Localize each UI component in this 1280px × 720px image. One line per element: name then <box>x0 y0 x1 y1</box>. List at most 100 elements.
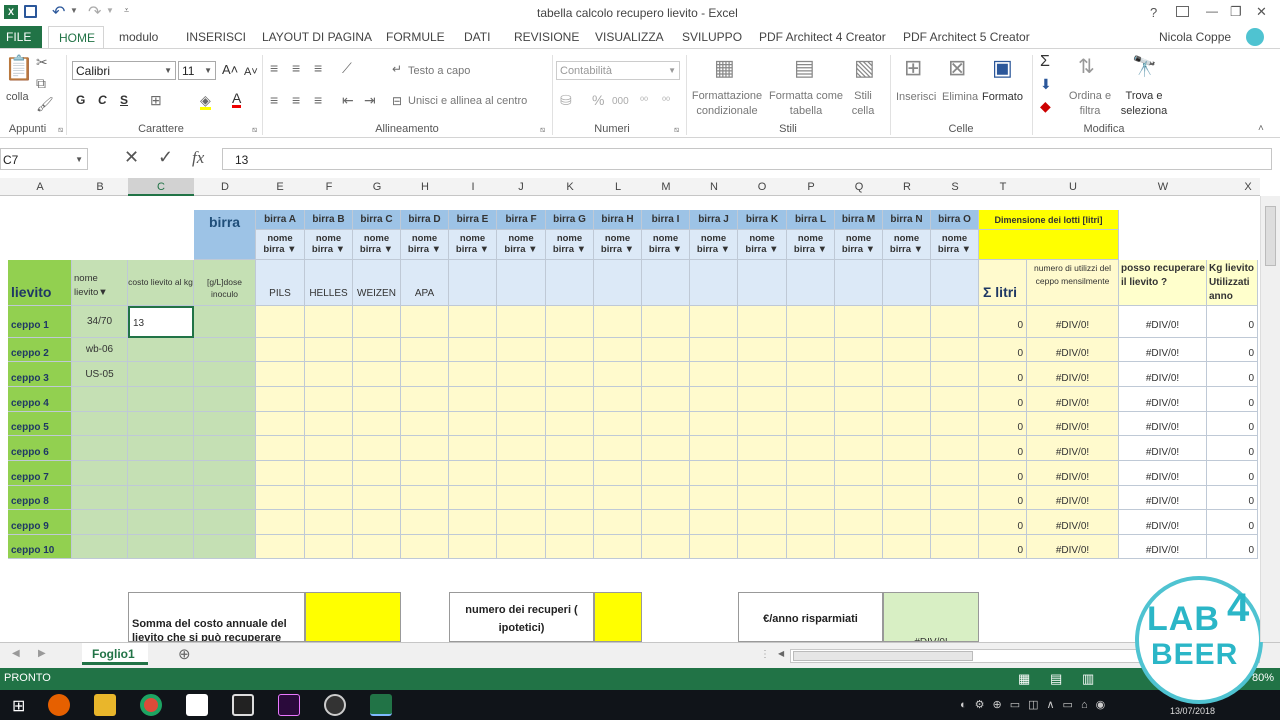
litri-cell[interactable] <box>401 338 449 362</box>
litri-cell[interactable] <box>931 510 979 535</box>
filter-dropdown-icon[interactable]: ▼ <box>574 244 586 255</box>
litri-cell[interactable] <box>401 362 449 387</box>
util-cell[interactable]: #DIV/0! <box>1027 436 1119 461</box>
sum-cell[interactable]: 0 <box>979 387 1027 412</box>
number-launcher-icon[interactable]: ⧅ <box>674 125 679 135</box>
find-select-icon[interactable]: 🔭 <box>1132 57 1157 77</box>
litri-cell[interactable] <box>738 387 787 412</box>
nome-birra-header[interactable]: nome birra ▼ <box>835 230 883 260</box>
litri-cell[interactable] <box>690 412 738 436</box>
insert-cells-button[interactable]: Inserisci <box>896 91 936 103</box>
litri-cell[interactable] <box>594 510 642 535</box>
litri-cell[interactable] <box>594 412 642 436</box>
recuperare-cell[interactable]: #DIV/0! <box>1119 306 1207 338</box>
add-sheet-button[interactable]: ⊕ <box>178 645 191 663</box>
dose-cell[interactable] <box>194 510 256 535</box>
litri-cell[interactable] <box>738 436 787 461</box>
align-center-icon[interactable]: ≡ <box>292 93 300 107</box>
sum-cell[interactable]: 0 <box>979 436 1027 461</box>
litri-cell[interactable] <box>256 461 305 486</box>
format-cells-button[interactable]: Formato <box>982 91 1023 103</box>
filter-dropdown-icon[interactable]: ▼ <box>333 244 345 255</box>
kg-cell[interactable]: 0 <box>1207 306 1258 338</box>
litri-cell[interactable] <box>738 362 787 387</box>
litri-cell[interactable] <box>642 338 690 362</box>
litri-cell[interactable] <box>835 486 883 510</box>
filter-dropdown-icon[interactable]: ▼ <box>285 244 296 255</box>
litri-cell[interactable] <box>738 535 787 559</box>
kg-cell[interactable]: 0 <box>1207 362 1258 387</box>
litri-cell[interactable] <box>690 535 738 559</box>
litri-cell[interactable] <box>835 362 883 387</box>
column-header-e[interactable]: E <box>266 178 294 196</box>
litri-cell[interactable] <box>594 436 642 461</box>
litri-cell[interactable] <box>642 306 690 338</box>
litri-cell[interactable] <box>497 387 546 412</box>
beer-name-cell[interactable]: HELLES <box>305 260 353 306</box>
beer-name-cell[interactable] <box>546 260 594 306</box>
litri-cell[interactable] <box>931 461 979 486</box>
litri-cell[interactable] <box>787 387 835 412</box>
util-cell[interactable]: #DIV/0! <box>1027 535 1119 559</box>
format-table-button[interactable]: Formatta come tabella <box>766 89 846 119</box>
find-select-button[interactable]: Trova e seleziona <box>1116 89 1172 119</box>
litri-cell[interactable] <box>594 306 642 338</box>
close-button[interactable]: ✕ <box>1256 4 1267 20</box>
kg-cell[interactable]: 0 <box>1207 486 1258 510</box>
cost-cell[interactable] <box>128 486 194 510</box>
active-cell[interactable]: 13 <box>128 306 194 338</box>
litri-cell[interactable] <box>305 535 353 559</box>
cost-cell[interactable] <box>128 338 194 362</box>
column-header-l[interactable]: L <box>604 178 632 196</box>
litri-cell[interactable] <box>546 535 594 559</box>
litri-cell[interactable] <box>594 461 642 486</box>
orientation-icon[interactable]: ⟋ <box>342 61 352 75</box>
litri-cell[interactable] <box>835 461 883 486</box>
spreadsheet-grid[interactable]: birra birra Anome birra ▼ PILS birra Bnome … <box>0 196 1258 642</box>
litri-cell[interactable] <box>305 486 353 510</box>
name-box[interactable]: C7 ▼ <box>0 148 88 170</box>
cost-cell[interactable] <box>128 535 194 559</box>
column-header-x[interactable]: X <box>1234 178 1262 196</box>
dose-cell[interactable] <box>194 412 256 436</box>
litri-cell[interactable] <box>835 535 883 559</box>
birra-label[interactable]: birra H <box>594 210 642 230</box>
row-label[interactable]: ceppo 2 <box>8 338 72 362</box>
litri-cell[interactable] <box>787 461 835 486</box>
litri-cell[interactable] <box>883 436 931 461</box>
litri-cell[interactable] <box>931 486 979 510</box>
litri-cell[interactable] <box>256 412 305 436</box>
litri-cell[interactable] <box>305 387 353 412</box>
align-middle-icon[interactable]: ≡ <box>292 61 300 75</box>
litri-cell[interactable] <box>401 387 449 412</box>
user-name[interactable]: Nicola Coppe <box>1159 30 1231 44</box>
tab-dati[interactable]: DATI <box>464 30 490 44</box>
align-right-icon[interactable]: ≡ <box>314 93 322 107</box>
litri-cell[interactable] <box>787 412 835 436</box>
litri-cell[interactable] <box>546 461 594 486</box>
accounting-icon[interactable]: ⛁ <box>560 93 572 107</box>
nome-birra-header[interactable]: nome birra ▼ <box>738 230 787 260</box>
cost-cell[interactable] <box>128 436 194 461</box>
litri-cell[interactable] <box>546 362 594 387</box>
util-cell[interactable]: #DIV/0! <box>1027 486 1119 510</box>
birra-header[interactable]: birra <box>194 210 256 260</box>
litri-cell[interactable] <box>449 486 497 510</box>
nome-birra-header[interactable]: nome birra ▼ <box>642 230 690 260</box>
tab-file[interactable]: FILE <box>0 26 42 48</box>
litri-cell[interactable] <box>353 461 401 486</box>
litri-cell[interactable] <box>642 436 690 461</box>
litri-cell[interactable] <box>690 436 738 461</box>
litri-cell[interactable] <box>835 412 883 436</box>
litri-cell[interactable] <box>642 461 690 486</box>
underline-button[interactable]: S <box>120 93 128 107</box>
nome-birra-header[interactable]: nome birra ▼ <box>690 230 738 260</box>
birra-label[interactable]: birra L <box>787 210 835 230</box>
litri-cell[interactable] <box>690 461 738 486</box>
yeast-name-cell[interactable] <box>72 436 128 461</box>
litri-cell[interactable] <box>642 412 690 436</box>
filter-dropdown-icon[interactable]: ▼ <box>98 287 107 298</box>
litri-cell[interactable] <box>738 510 787 535</box>
column-header-a[interactable]: A <box>26 178 54 196</box>
merge-icon[interactable]: ⊟ <box>392 94 402 108</box>
